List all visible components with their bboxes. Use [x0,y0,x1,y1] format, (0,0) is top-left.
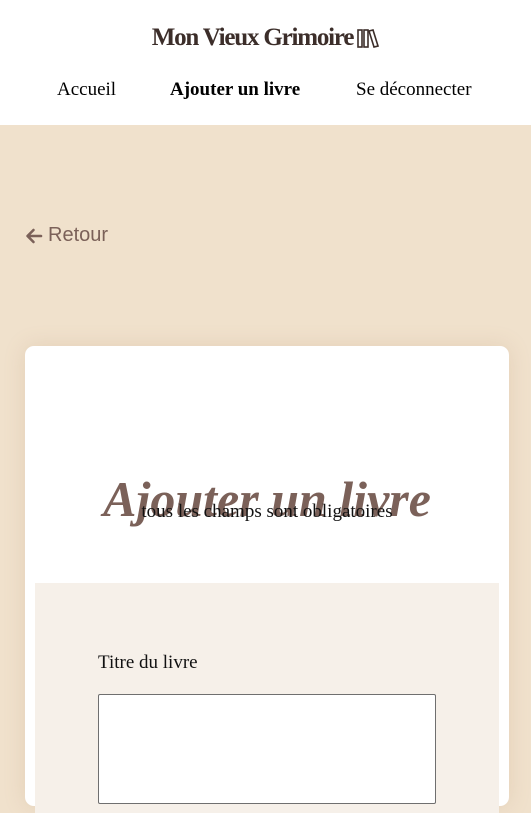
site-header: Mon Vieux Grimoire Accueil Ajouter un li… [0,0,531,125]
arrow-left-icon [26,228,43,243]
add-book-card: Ajouter un livre tous les champs sont ob… [25,346,509,813]
nav-link-ajouter-livre[interactable]: Ajouter un livre [170,79,300,101]
title-field-label: Titre du livre [98,652,198,673]
site-logo[interactable]: Mon Vieux Grimoire [0,24,531,52]
back-label: Retour [48,224,109,246]
title-field[interactable] [98,694,436,804]
books-icon [357,29,380,48]
add-book-form: Titre du livre [35,583,499,813]
nav-link-deconnexion[interactable]: Se déconnecter [356,79,472,101]
main-nav: Accueil Ajouter un livre Se déconnecter [0,79,531,103]
logo-text: Mon Vieux Grimoire [151,24,355,51]
back-link[interactable]: Retour [24,224,108,247]
nav-link-accueil[interactable]: Accueil [57,79,116,101]
required-notice: tous les champs sont obligatoires [141,501,393,522]
